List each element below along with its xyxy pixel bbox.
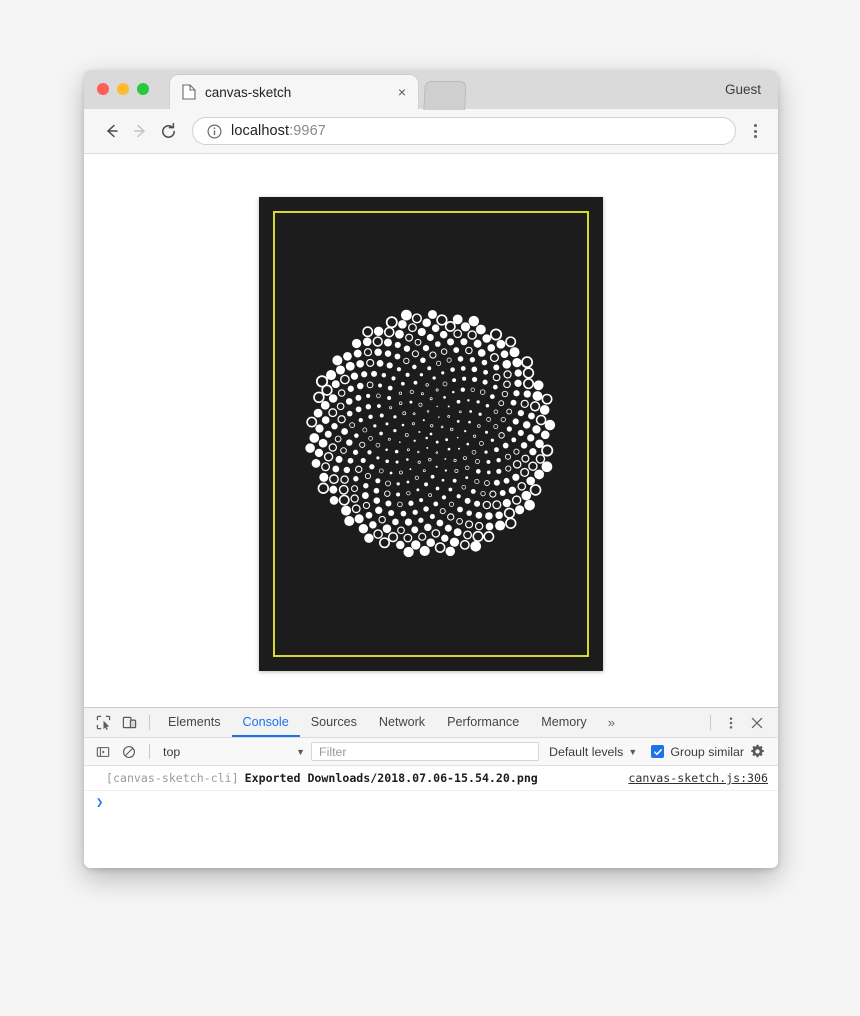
window-close-button[interactable]: [97, 83, 109, 95]
group-similar-checkbox[interactable]: [651, 745, 665, 758]
address-port: :9967: [289, 123, 326, 139]
devtools-tab-performance[interactable]: Performance: [436, 708, 530, 737]
tab-title: canvas-sketch: [205, 84, 292, 100]
group-similar-toggle[interactable]: Group similar: [651, 745, 744, 759]
browser-tab-canvas-sketch[interactable]: canvas-sketch ×: [170, 75, 418, 109]
menu-dot: [753, 135, 757, 138]
console-sidebar-icon[interactable]: [90, 740, 116, 764]
reload-icon: [161, 122, 175, 138]
close-icon[interactable]: ×: [394, 85, 410, 99]
console-message-text: Exported Downloads/2018.07.06-15.54.20.p…: [244, 771, 538, 785]
devtools-close-icon[interactable]: [744, 711, 770, 735]
check-icon: [653, 748, 662, 755]
device-toolbar-icon[interactable]: [116, 711, 142, 735]
toolbar-divider: [149, 744, 150, 759]
back-arrow-icon: [107, 124, 118, 138]
page-icon: [182, 84, 196, 100]
tab-strip: canvas-sketch × Guest: [84, 70, 778, 110]
console-context-value: top: [163, 744, 181, 759]
console-message-prefix: [canvas-sketch-cli]: [106, 771, 239, 785]
console-filter-bar: top ▼ Filter Default levels ▼ Group simi…: [84, 738, 778, 766]
devtools-tabbar-actions: [703, 711, 770, 735]
console-prompt-chevron-icon: ❯: [96, 795, 104, 809]
chevron-down-icon: ▼: [628, 746, 638, 757]
devtools-tab-network[interactable]: Network: [368, 708, 436, 737]
console-output: [canvas-sketch-cli] Exported Downloads/2…: [84, 766, 778, 868]
page-viewport: [84, 154, 778, 707]
kebab-menu-icon[interactable]: [744, 124, 766, 138]
console-log-levels-value: Default levels: [549, 744, 624, 759]
gear-icon[interactable]: [744, 740, 770, 764]
devtools-tabbar: Elements Console Sources Network Perform…: [84, 708, 778, 738]
window-maximize-button[interactable]: [137, 83, 149, 95]
sketch-canvas[interactable]: [259, 197, 603, 671]
console-context-selector[interactable]: top ▼: [157, 742, 305, 762]
reload-button[interactable]: [154, 117, 182, 145]
console-input-row[interactable]: ❯: [84, 791, 778, 813]
console-log-levels-selector[interactable]: Default levels ▼: [545, 745, 641, 759]
browser-toolbar: localhost:9967: [84, 109, 778, 154]
devtools-more-kebab-menu-icon[interactable]: [718, 711, 744, 735]
chevron-down-icon: ▼: [296, 746, 305, 757]
devtools-tab-elements[interactable]: Elements: [157, 708, 232, 737]
devtools-tab-console[interactable]: Console: [231, 708, 300, 737]
forward-button[interactable]: [126, 117, 154, 145]
browser-window: canvas-sketch × Guest localhost:9967 Ele…: [84, 70, 778, 868]
new-tab-stub[interactable]: [423, 81, 467, 110]
clear-console-icon[interactable]: [116, 740, 142, 764]
console-filter-input[interactable]: Filter: [311, 742, 539, 761]
toolbar-divider: [710, 715, 711, 730]
menu-dot: [753, 129, 757, 133]
console-message-row[interactable]: [canvas-sketch-cli] Exported Downloads/2…: [84, 766, 778, 791]
sketch-border-frame: [273, 211, 589, 657]
toolbar-divider: [149, 715, 150, 730]
devtools-tabs-overflow-button[interactable]: »: [598, 715, 625, 730]
address-bar-text: localhost:9967: [231, 123, 326, 139]
info-circle-icon[interactable]: [207, 123, 222, 139]
group-similar-label: Group similar: [670, 744, 744, 759]
address-bar[interactable]: localhost:9967: [192, 117, 736, 145]
console-message-source-link[interactable]: canvas-sketch.js:306: [612, 771, 768, 785]
inspect-element-icon[interactable]: [90, 711, 116, 735]
menu-dot: [753, 124, 757, 127]
forward-arrow-icon: [134, 124, 145, 138]
devtools-panel: Elements Console Sources Network Perform…: [84, 707, 778, 868]
address-host: localhost: [231, 123, 290, 139]
traffic-lights: [97, 83, 149, 95]
window-minimize-button[interactable]: [117, 83, 129, 95]
back-button[interactable]: [98, 117, 126, 145]
devtools-tab-sources[interactable]: Sources: [300, 708, 368, 737]
profile-label[interactable]: Guest: [725, 82, 761, 97]
devtools-tab-memory[interactable]: Memory: [530, 708, 597, 737]
